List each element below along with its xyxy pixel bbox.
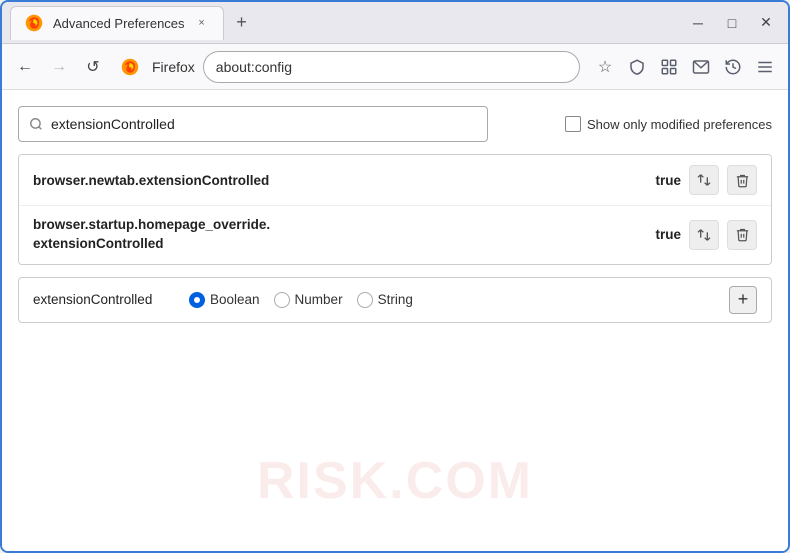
refresh-button[interactable]: ↺ <box>78 52 108 82</box>
radio-string-label: String <box>378 292 413 307</box>
history-icon[interactable] <box>718 52 748 82</box>
shield-icon[interactable] <box>622 52 652 82</box>
address-text: about:config <box>216 59 292 75</box>
show-modified-row[interactable]: Show only modified preferences <box>565 116 772 132</box>
radio-number[interactable]: Number <box>274 292 343 308</box>
radio-string[interactable]: String <box>357 292 413 308</box>
radio-boolean-circle <box>189 292 205 308</box>
new-pref-name: extensionControlled <box>33 292 173 307</box>
menu-icon[interactable] <box>750 52 780 82</box>
close-button[interactable]: ✕ <box>752 9 780 37</box>
toggle-button-2[interactable] <box>689 220 719 250</box>
content-area: RISK.COM extensionControlled Show only m… <box>2 90 788 551</box>
search-icon <box>29 117 43 131</box>
search-row: extensionControlled Show only modified p… <box>18 106 772 142</box>
table-row[interactable]: browser.newtab.extensionControlled true <box>19 155 771 206</box>
tab-favicon <box>23 12 45 34</box>
pref-name-1: browser.newtab.extensionControlled <box>33 173 639 188</box>
pref-value-2: true <box>655 227 681 242</box>
pref-name-2: browser.startup.homepage_override.extens… <box>33 216 639 254</box>
add-preference-row: extensionControlled Boolean Number Strin… <box>18 277 772 323</box>
window-controls: ─ □ ✕ <box>684 9 780 37</box>
toggle-button-1[interactable] <box>689 165 719 195</box>
results-table: browser.newtab.extensionControlled true <box>18 154 772 265</box>
row-actions-2 <box>689 220 757 250</box>
bookmark-icon[interactable]: ☆ <box>590 52 620 82</box>
search-box[interactable]: extensionControlled <box>18 106 488 142</box>
active-tab[interactable]: Advanced Preferences × <box>10 6 224 40</box>
browser-name: Firefox <box>152 59 195 75</box>
navigation-bar: ← → ↺ Firefox about:config ☆ <box>2 44 788 90</box>
radio-string-circle <box>357 292 373 308</box>
title-bar: Advanced Preferences × + ─ □ ✕ <box>2 2 788 44</box>
radio-boolean[interactable]: Boolean <box>189 292 260 308</box>
show-modified-checkbox[interactable] <box>565 116 581 132</box>
delete-button-2[interactable] <box>727 220 757 250</box>
maximize-button[interactable]: □ <box>718 9 746 37</box>
table-row[interactable]: browser.startup.homepage_override.extens… <box>19 206 771 264</box>
mail-icon[interactable] <box>686 52 716 82</box>
minimize-button[interactable]: ─ <box>684 9 712 37</box>
forward-button[interactable]: → <box>44 52 74 82</box>
radio-boolean-label: Boolean <box>210 292 260 307</box>
tab-close-btn[interactable]: × <box>193 14 211 32</box>
tab-title: Advanced Preferences <box>53 16 185 31</box>
row-actions-1 <box>689 165 757 195</box>
search-value: extensionControlled <box>51 116 175 132</box>
back-button[interactable]: ← <box>10 52 40 82</box>
browser-window: Advanced Preferences × + ─ □ ✕ ← → ↺ Fir… <box>0 0 790 553</box>
watermark: RISK.COM <box>257 451 533 511</box>
toolbar-icons: ☆ <box>590 52 780 82</box>
delete-button-1[interactable] <box>727 165 757 195</box>
radio-number-label: Number <box>295 292 343 307</box>
add-preference-button[interactable]: + <box>729 286 757 314</box>
radio-number-circle <box>274 292 290 308</box>
pref-value-1: true <box>655 173 681 188</box>
firefox-logo <box>116 53 144 81</box>
type-radio-group: Boolean Number String <box>189 292 413 308</box>
extension-icon[interactable] <box>654 52 684 82</box>
show-modified-label: Show only modified preferences <box>587 117 772 132</box>
new-tab-button[interactable]: + <box>228 9 256 37</box>
address-bar[interactable]: about:config <box>203 51 580 83</box>
